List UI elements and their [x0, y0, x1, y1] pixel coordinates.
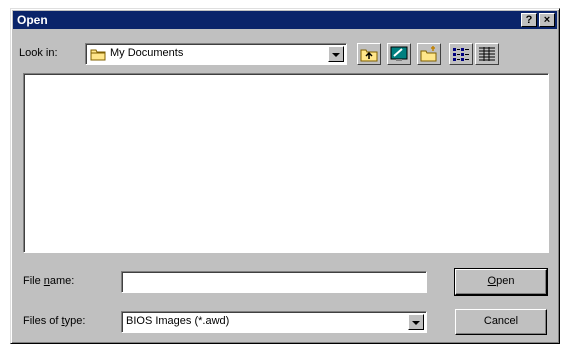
cancel-button[interactable]: Cancel: [455, 309, 547, 335]
files-of-type-dropdown-button[interactable]: [408, 314, 424, 330]
chevron-down-icon: [412, 321, 420, 325]
folder-icon: [90, 47, 106, 64]
title-bar[interactable]: Open ? ×: [13, 11, 557, 29]
file-name-field[interactable]: [121, 271, 427, 293]
dialog-title: Open: [17, 13, 48, 27]
desktop-button[interactable]: [387, 43, 411, 65]
help-button[interactable]: ?: [521, 13, 537, 27]
look-in-combo[interactable]: My Documents: [85, 43, 347, 65]
file-name-label: File name:: [23, 275, 75, 287]
chevron-down-icon: [332, 53, 340, 57]
close-button[interactable]: ×: [539, 13, 555, 27]
look-in-value: My Documents: [110, 47, 184, 59]
list-view-icon: [453, 48, 469, 61]
list-view-button[interactable]: [449, 43, 473, 65]
details-view-button[interactable]: [475, 43, 499, 65]
details-view-icon: [479, 47, 495, 61]
desktop-icon: [390, 46, 408, 61]
files-of-type-value: BIOS Images (*.awd): [126, 315, 230, 327]
new-folder-icon: [420, 46, 437, 62]
new-folder-button[interactable]: [417, 43, 441, 65]
open-dialog: Open ? × Look in: My Documents File name…: [10, 8, 560, 344]
look-in-dropdown-button[interactable]: [328, 46, 344, 62]
files-of-type-combo[interactable]: BIOS Images (*.awd): [121, 311, 427, 333]
open-button[interactable]: Open: [454, 268, 548, 296]
look-in-label: Look in:: [19, 47, 58, 59]
up-one-level-button[interactable]: [357, 43, 381, 65]
up-one-level-icon: [360, 49, 378, 62]
files-of-type-label: Files of type:: [23, 315, 86, 327]
file-list[interactable]: [23, 73, 549, 253]
